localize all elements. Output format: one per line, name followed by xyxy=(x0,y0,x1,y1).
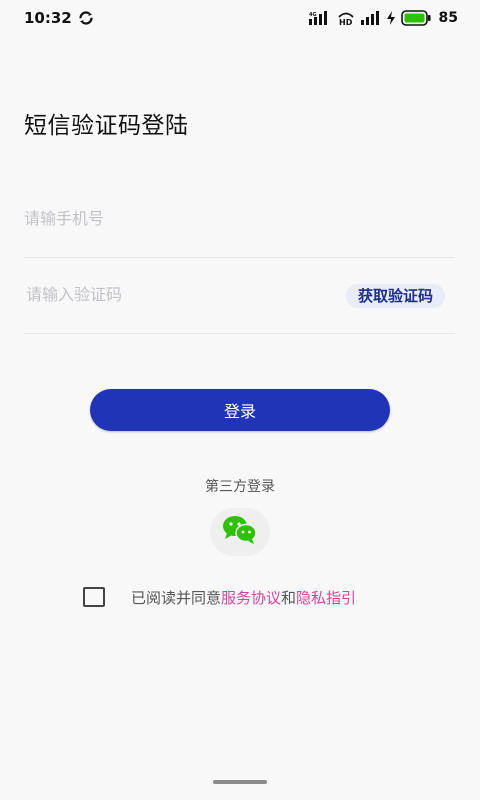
battery-level: 85 xyxy=(438,10,458,26)
login-button[interactable]: 登录 xyxy=(90,389,390,431)
battery-icon xyxy=(400,10,431,26)
third-party-label: 第三方登录 xyxy=(205,479,275,495)
wechat-icon xyxy=(222,515,258,549)
agreement-prefix: 已阅读并同意 xyxy=(131,588,222,607)
code-input[interactable] xyxy=(26,272,306,316)
phone-input[interactable] xyxy=(24,196,304,240)
service-agreement-link[interactable]: 服务协议 xyxy=(221,589,281,607)
status-time: 10:32 xyxy=(24,9,72,27)
signal-icon: 4G xyxy=(308,11,331,25)
network-label-hd: HD xyxy=(339,18,353,25)
sync-icon xyxy=(78,10,94,26)
hd-icon: HD xyxy=(337,11,355,25)
agreement-text: 已阅读并同意服务协议和隐私指引 xyxy=(131,587,356,608)
privacy-policy-link[interactable]: 隐私指引 xyxy=(296,589,356,607)
code-field: 获取验证码 xyxy=(24,272,455,334)
get-code-button[interactable]: 获取验证码 xyxy=(345,284,445,308)
agreement-connector: 和 xyxy=(281,588,297,607)
signal-icon-2 xyxy=(360,11,381,25)
status-left: 10:32 xyxy=(24,9,94,27)
home-indicator[interactable] xyxy=(213,780,267,784)
status-right: 4G HD 85 xyxy=(308,10,458,26)
phone-field xyxy=(24,196,455,258)
status-bar: 10:32 4G HD 85 xyxy=(0,0,480,36)
login-screen: 10:32 4G HD 85 短信验证码登陆 请输手机号 请输入验证码 获取验证… xyxy=(0,0,480,800)
agree-checkbox[interactable] xyxy=(83,587,105,607)
charging-icon xyxy=(386,11,395,25)
wechat-login-button[interactable] xyxy=(210,508,270,556)
agreement-row: 已阅读并同意服务协议和隐私指引 xyxy=(83,586,356,608)
page-title: 短信验证码登陆 xyxy=(24,113,189,139)
